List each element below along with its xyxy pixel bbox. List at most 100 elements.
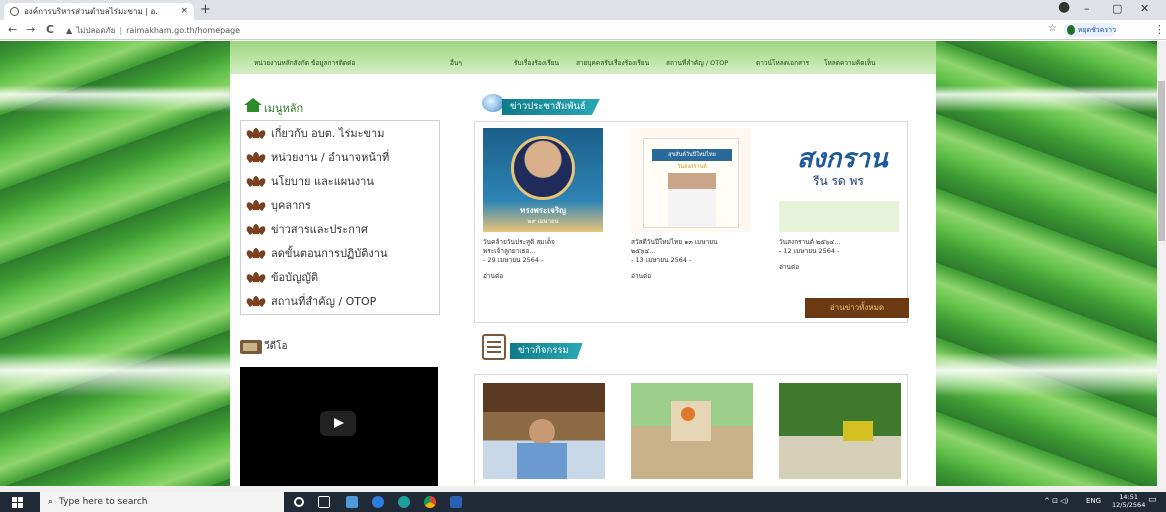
video-icon [240,340,262,354]
lotus-icon [245,296,267,307]
menu-item-otop[interactable]: สถานที่สำคัญ / OTOP [241,289,439,313]
bookmark-star-icon[interactable]: ☆ [1048,23,1057,34]
vertical-scrollbar[interactable] [1157,41,1166,486]
address-bar[interactable]: ▲ ไม่ปลอดภัย | raimakham.go.th/homepage [66,23,1006,37]
search-placeholder: Type here to search [59,497,148,507]
left-decorative-background [0,41,230,486]
top-nav-item[interactable]: หน่วยงานหลักสังกัด ข้อมูลการติดต่อ [254,58,355,68]
browser-toolbar: ← → C ▲ ไม่ปลอดภัย | raimakham.go.th/hom… [0,20,1166,40]
poster-frame: สุขสันต์วันปีใหม่ไทย วันสงกรานต์ [643,138,739,228]
forward-button[interactable]: → [26,23,35,36]
main-menu-title: เมนูหลัก [264,102,304,115]
person-figure [529,419,555,445]
system-tray-icons[interactable]: ^ ⊡ ◁) [1044,497,1068,505]
activity-photo[interactable] [631,383,753,479]
activity-photo[interactable] [483,383,605,479]
reload-button[interactable]: C [46,23,54,36]
browser-menu-icon[interactable]: ⋮ [1154,23,1165,36]
lotus-icon [245,152,267,163]
excavator [843,421,873,441]
news-caption-line: วันคล้ายวันประสูติ สมเด็จ [483,238,555,246]
taskbar-clock[interactable]: 14:51 12/5/2564 [1112,493,1145,509]
top-nav-item[interactable]: สถานที่สำคัญ / OTOP [666,58,728,68]
video-section-title: วีดีโอ [264,341,288,352]
newspaper-icon [480,332,510,360]
word-icon[interactable] [450,496,462,508]
menu-item-personnel[interactable]: บุคลากร [241,193,439,217]
activity-section-title: ข่าวกิจกรรม [510,343,583,359]
news-card[interactable]: สงกราน รีน รด พร วันสงกรานต์ ๒๕๖๔... - 1… [779,128,899,272]
avatar [1067,25,1075,35]
notifications-icon[interactable]: ▭ [1148,495,1157,505]
tab-close-icon[interactable]: × [180,6,188,16]
menu-item-label: ลดขั้นตอนการปฏิบัติงาน [271,247,388,260]
web-page: หน่วยงานหลักสังกัด ข้อมูลการติดต่อ อื่นๆ… [0,41,1166,486]
top-nav-item[interactable]: สายบุคคลรับเรื่องร้องเรียน [576,58,649,68]
news-card[interactable]: ทรงพระเจริญ ๒๙ เมษายน วันคล้ายวันประสูติ… [483,128,603,281]
task-view-icon[interactable] [318,496,330,508]
cortana-icon[interactable] [294,497,304,507]
poster-subtitle: วันสงกรานต์ [677,164,707,170]
menu-item-policy[interactable]: นโยบาย และแผนงาน [241,169,439,193]
read-more-link[interactable]: อ่านต่อ [483,271,603,281]
search-icon: ⌕ [48,497,54,507]
main-content: เมนูหลัก เกี่ยวกับ อบต. ไร่มะขาม หน่วยงา… [230,74,936,486]
news-image[interactable]: สุขสันต์วันปีใหม่ไทย วันสงกรานต์ [631,128,751,232]
menu-item-about[interactable]: เกี่ยวกับ อบต. ไร่มะขาม [241,121,439,145]
portrait-photo [511,136,575,200]
menu-item-label: ข้อบัญญัติ [271,271,318,284]
lotus-icon [245,176,267,187]
input-language[interactable]: ENG [1086,497,1101,505]
scroll-thumb[interactable] [1158,81,1165,241]
back-button[interactable]: ← [8,23,17,36]
person-photo [668,173,716,227]
menu-item-regulations[interactable]: ข้อบัญญัติ [241,265,439,289]
chrome-icon[interactable] [424,496,436,508]
menu-item-news[interactable]: ข่าวสารและประกาศ [241,217,439,241]
windows-start-icon[interactable] [12,497,23,508]
news-caption-line: สวัสดีวันปีใหม่ไทย ๑๓ เมษายน [631,238,718,246]
site-top-nav: หน่วยงานหลักสังกัด ข้อมูลการติดต่อ อื่นๆ… [230,41,936,74]
read-all-news-button[interactable]: อ่านข่าวทั้งหมด [805,298,909,318]
play-button-icon[interactable] [320,411,356,436]
new-tab-button[interactable]: + [200,2,211,17]
minimize-button[interactable]: – [1084,2,1090,15]
home-icon [244,98,262,112]
lotus-icon [245,200,267,211]
taskbar-search-box[interactable]: ⌕ Type here to search [40,492,284,512]
lotus-icon [245,248,267,259]
news-image[interactable]: สงกราน รีน รด พร [779,128,899,232]
menu-item-label: เกี่ยวกับ อบต. ไร่มะขาม [271,127,385,140]
store-icon[interactable] [346,496,358,508]
news-date: - 13 เมษายน 2564 - [631,256,692,264]
news-image[interactable]: ทรงพระเจริญ ๒๙ เมษายน [483,128,603,232]
top-nav-item[interactable]: โหลดความคิดเห็น [824,58,875,68]
image-caption: ๒๙ เมษายน [527,218,559,225]
menu-item-procedures[interactable]: ลดขั้นตอนการปฏิบัติงาน [241,241,439,265]
news-caption-line: พระเจ้าลูกยาเธอ... [483,247,536,255]
top-nav-item[interactable]: ดาวน์โหลดเอกสาร [756,58,809,68]
warning-icon: ▲ [66,25,73,35]
close-window-button[interactable]: ✕ [1140,2,1149,15]
browser-tab[interactable]: องค์การบริหารส่วนตำบลไร่มะขาม | อ. × [4,3,194,20]
read-more-link[interactable]: อ่านต่อ [779,262,899,272]
profile-button[interactable]: หยุดชั่วคราว [1064,23,1116,37]
site-favicon-icon [10,7,19,16]
news-card[interactable]: สุขสันต์วันปีใหม่ไทย วันสงกรานต์ สวัสดีว… [631,128,751,281]
top-nav-item[interactable]: รับเรื่องร้องเรียน [514,58,559,68]
read-more-link[interactable]: อ่านต่อ [631,271,751,281]
person-figure [517,443,567,479]
video-player[interactable] [240,367,438,486]
url-text: raimakham.go.th/homepage [126,25,241,35]
activity-photo[interactable] [779,383,901,479]
top-nav-item[interactable]: อื่นๆ [450,58,462,68]
profile-label: หยุดชั่วคราว [1077,25,1116,34]
lotus-icon [245,128,267,139]
tab-title: องค์การบริหารส่วนตำบลไร่มะขาม | อ. [24,7,158,16]
edge-icon[interactable] [398,496,410,508]
maximize-button[interactable]: ▢ [1112,2,1122,15]
menu-item-label: สถานที่สำคัญ / OTOP [271,295,377,308]
menu-item-departments[interactable]: หน่วยงาน / อำนาจหน้าที่ [241,145,439,169]
activity-panel [474,374,908,486]
edge-legacy-icon[interactable] [372,496,384,508]
